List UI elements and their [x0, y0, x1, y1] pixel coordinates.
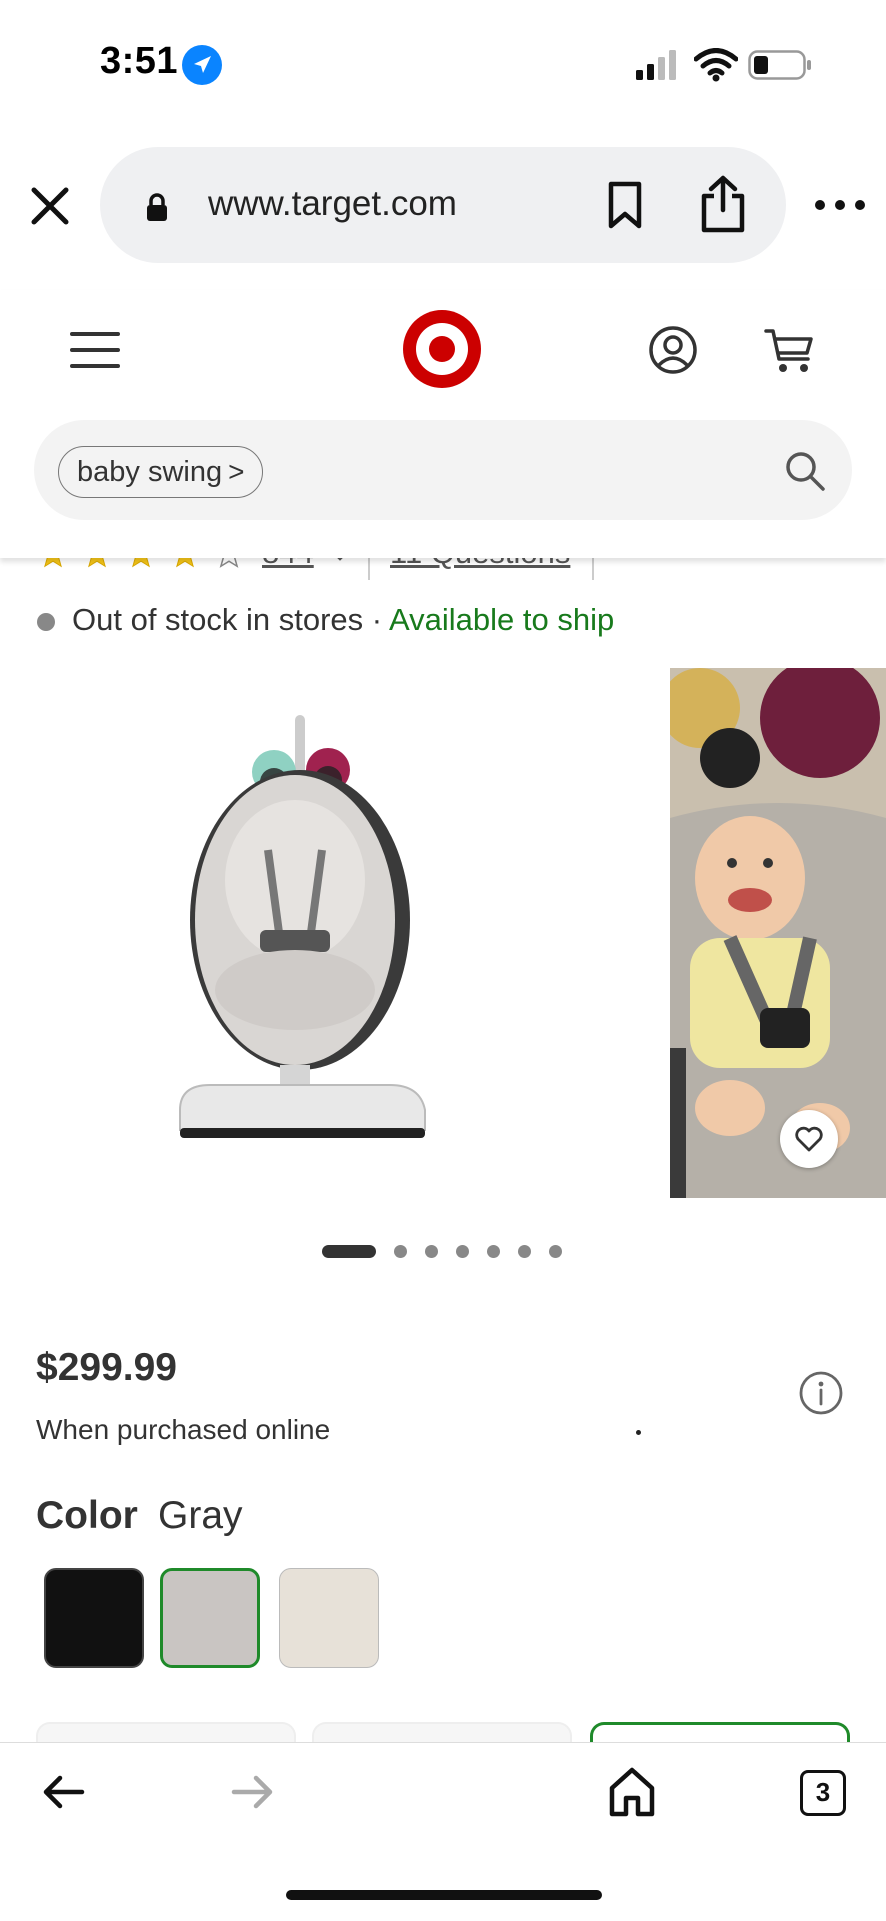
back-arrow-icon	[43, 1775, 85, 1809]
stock-status-dot	[37, 613, 55, 631]
selected-color-value: Gray	[158, 1494, 243, 1537]
color-label: Color	[36, 1494, 138, 1537]
wifi-icon	[693, 48, 739, 82]
color-swatch-gray[interactable]	[160, 1568, 260, 1668]
battery-icon	[748, 50, 812, 80]
search-icon	[786, 452, 825, 491]
tabs-button[interactable]: 3	[800, 1770, 846, 1816]
price-note: When purchased online	[36, 1414, 331, 1445]
home-indicator	[286, 1890, 602, 1900]
search-chip-label: baby swing	[77, 456, 223, 488]
forward-arrow-icon	[231, 1775, 273, 1809]
home-button[interactable]	[608, 1766, 656, 1818]
carousel-dot[interactable]	[549, 1244, 562, 1258]
product-price: $299.99	[36, 1346, 177, 1389]
share-button[interactable]	[698, 174, 748, 234]
store-stock-text: Out of stock in stores	[72, 602, 364, 637]
decorative-dot	[636, 1430, 641, 1435]
availability-text: Out of stock in stores · Available to sh…	[72, 602, 614, 638]
color-swatch-cream[interactable]	[279, 1568, 379, 1668]
account-button[interactable]	[648, 325, 698, 375]
image-carousel-pagination[interactable]	[322, 1244, 562, 1258]
more-icon	[815, 200, 865, 210]
status-time: 3:51	[100, 40, 179, 82]
chevron-right-icon: >	[228, 456, 245, 487]
product-image-swing[interactable]	[140, 700, 460, 1150]
back-button[interactable]	[40, 1772, 86, 1812]
carousel-dot[interactable]	[394, 1244, 407, 1258]
share-icon	[701, 175, 745, 233]
hamburger-menu-button[interactable]	[68, 328, 122, 372]
lock-icon	[146, 192, 168, 222]
carousel-dot[interactable]	[456, 1244, 469, 1258]
heart-icon	[795, 1126, 823, 1152]
target-logo[interactable]	[400, 307, 484, 391]
home-icon	[609, 1767, 655, 1817]
carousel-dot-active[interactable]	[322, 1244, 376, 1258]
separator: ·	[363, 602, 390, 637]
cart-icon	[764, 329, 813, 372]
carousel-dot[interactable]	[518, 1244, 531, 1258]
ship-availability-link[interactable]: Available to ship	[389, 602, 614, 637]
bookmark-icon	[608, 181, 642, 229]
info-icon	[799, 1371, 843, 1415]
carousel-dot[interactable]	[487, 1244, 500, 1258]
account-icon	[649, 326, 697, 374]
bookmark-button[interactable]	[602, 180, 648, 230]
forward-button[interactable]	[230, 1772, 276, 1812]
color-swatch-black[interactable]	[44, 1568, 144, 1668]
more-options-button[interactable]	[812, 190, 868, 220]
url-text[interactable]: www.target.com	[208, 184, 457, 224]
product-image-lifestyle[interactable]	[670, 668, 886, 1198]
cart-button[interactable]	[764, 325, 816, 375]
menu-icon	[70, 332, 120, 368]
carousel-dot[interactable]	[425, 1244, 438, 1258]
search-chip[interactable]: baby swing >	[58, 446, 264, 498]
signal-icon	[636, 48, 682, 82]
search-button[interactable]	[784, 450, 826, 492]
close-tab-button[interactable]	[22, 178, 78, 234]
favorite-button[interactable]	[780, 1110, 838, 1168]
location-arrow-icon	[182, 45, 222, 85]
price-info-button[interactable]	[798, 1370, 844, 1416]
